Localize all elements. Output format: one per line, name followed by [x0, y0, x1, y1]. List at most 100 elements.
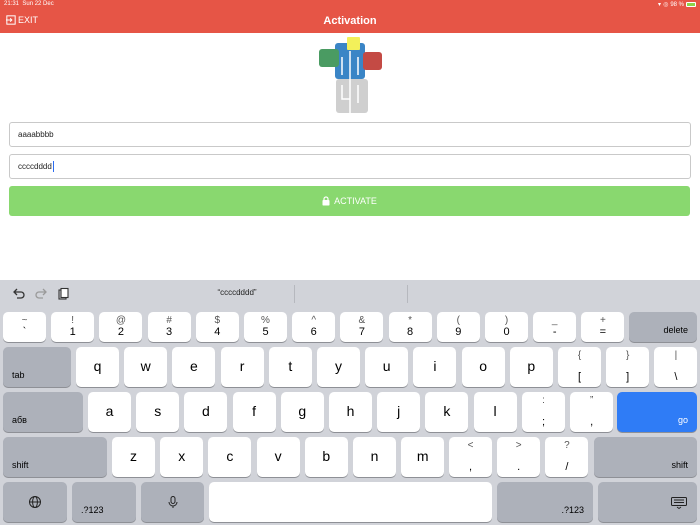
key-\[interactable]: | \: [654, 347, 698, 387]
key-][interactable]: }]: [606, 347, 650, 387]
key-f[interactable]: f: [232, 392, 276, 432]
key-g[interactable]: g: [280, 392, 324, 432]
key---label: -: [552, 326, 557, 338]
space-key[interactable]: [209, 482, 492, 522]
suggestion-divider: [407, 285, 408, 303]
key-7-label: 7: [358, 326, 365, 338]
key-k[interactable]: k: [425, 392, 469, 432]
key-`[interactable]: ~ `: [3, 312, 46, 342]
code-field-2[interactable]: ccccdddd: [9, 154, 691, 179]
key-7-shifted: &: [358, 315, 366, 326]
key-/-label: /: [565, 461, 569, 473]
key-5[interactable]: % 5: [244, 312, 287, 342]
key-o-label: o: [479, 358, 487, 374]
key-,-shifted: ”: [590, 395, 594, 406]
key-z-label: z: [130, 448, 137, 464]
key-6[interactable]: ^ 6: [292, 312, 336, 342]
key-b-label: b: [322, 448, 331, 464]
key-9[interactable]: (9: [436, 312, 480, 342]
key-e[interactable]: e: [172, 347, 216, 387]
key-3[interactable]: #3: [147, 312, 191, 342]
key-2[interactable]: @2: [99, 312, 143, 342]
globe-key[interactable]: [3, 482, 67, 522]
key-2-label: 2: [117, 326, 124, 338]
hide-keyboard-key[interactable]: [598, 482, 697, 522]
key-4[interactable]: $4: [195, 312, 239, 342]
key-r[interactable]: r: [220, 347, 264, 387]
undo-icon[interactable]: [12, 287, 26, 301]
key-a[interactable]: a: [88, 392, 131, 432]
status-bar: 21:31 Sun 22 Dec ▾ ◎ 98 %: [0, 0, 700, 10]
key-d[interactable]: d: [184, 392, 228, 432]
key-/[interactable]: ? /: [545, 437, 589, 477]
key-c[interactable]: c: [208, 437, 252, 477]
key-0-shifted: ): [504, 315, 509, 326]
key-z[interactable]: z: [112, 437, 155, 477]
key-.[interactable]: >.: [497, 437, 541, 477]
key-[[interactable]: {[: [558, 347, 601, 387]
key-b[interactable]: b: [304, 437, 348, 477]
key-k-label: k: [443, 403, 451, 419]
status-right: ▾ ◎ 98 %: [658, 1, 696, 8]
language-key[interactable]: абв: [3, 392, 83, 432]
key-7[interactable]: & 7: [340, 312, 384, 342]
key-q[interactable]: q: [76, 347, 119, 387]
key-0[interactable]: ) 0: [485, 312, 528, 342]
key-u[interactable]: u: [365, 347, 409, 387]
key-o[interactable]: o: [461, 347, 505, 387]
delete-key-label: delete: [663, 325, 688, 335]
key-1[interactable]: ! 1: [51, 312, 95, 342]
go-key[interactable]: go: [617, 392, 697, 432]
clock-time: 21:31: [4, 1, 20, 7]
shift-left-key-label: shift: [12, 460, 29, 470]
onscreen-keyboard: “ccccdddd” ~ `! 1 @2 #3 $4% 5 ^ 6 & 7 * 8(9) 0 _ - + = del…: [0, 280, 700, 525]
key-h[interactable]: h: [329, 392, 372, 432]
key-,[interactable]: <,: [449, 437, 492, 477]
app-logo: [319, 37, 382, 113]
key-6-label: 6: [310, 326, 317, 338]
key-i[interactable]: i: [413, 347, 457, 387]
delete-key[interactable]: delete: [629, 312, 697, 342]
tab-key-label: tab: [12, 370, 25, 380]
key-,[interactable]: ”,: [570, 392, 614, 432]
key-=[interactable]: + =: [581, 312, 625, 342]
key---shifted: _: [551, 315, 558, 326]
key-t[interactable]: t: [268, 347, 312, 387]
lock-icon: [322, 196, 330, 206]
key-8[interactable]: * 8: [388, 312, 432, 342]
key-r-label: r: [239, 358, 245, 374]
key-u-label: u: [382, 358, 391, 374]
numeric-right-key[interactable]: .?123: [497, 482, 593, 522]
key-i-label: i: [433, 358, 437, 374]
key-p[interactable]: p: [509, 347, 553, 387]
key-[-shifted: {: [577, 350, 582, 361]
key-l[interactable]: l: [473, 392, 517, 432]
key-,-shifted: <: [467, 440, 474, 451]
code-field-1[interactable]: aaaabbbb: [9, 122, 691, 147]
key-v-label: v: [274, 448, 282, 464]
tab-key[interactable]: tab: [3, 347, 71, 387]
key-v[interactable]: v: [256, 437, 300, 477]
redo-icon[interactable]: [34, 287, 48, 301]
shift-right-key[interactable]: shift: [594, 437, 697, 477]
key-x-label: x: [178, 448, 186, 464]
paste-icon[interactable]: [56, 287, 70, 301]
key-n[interactable]: n: [353, 437, 396, 477]
key-l-label: l: [493, 403, 497, 419]
key-s[interactable]: s: [136, 392, 180, 432]
key-y[interactable]: y: [317, 347, 360, 387]
autocorrect-suggestion[interactable]: “ccccdddd”: [180, 288, 294, 297]
key-;[interactable]: :;: [522, 392, 565, 432]
key-w[interactable]: w: [124, 347, 168, 387]
activate-button[interactable]: ACTIVATE: [9, 186, 690, 216]
key-x[interactable]: x: [160, 437, 204, 477]
key-j[interactable]: j: [377, 392, 421, 432]
shift-left-key[interactable]: shift: [3, 437, 107, 477]
header-bar: EXIT Activation: [0, 10, 700, 33]
dictation-key[interactable]: [141, 482, 204, 522]
key-4-label: 4: [214, 326, 221, 338]
key--[interactable]: _ -: [533, 312, 577, 342]
key-m[interactable]: m: [401, 437, 445, 477]
numeric-left-key[interactable]: .?123: [72, 482, 136, 522]
page-title: Activation: [323, 15, 377, 27]
